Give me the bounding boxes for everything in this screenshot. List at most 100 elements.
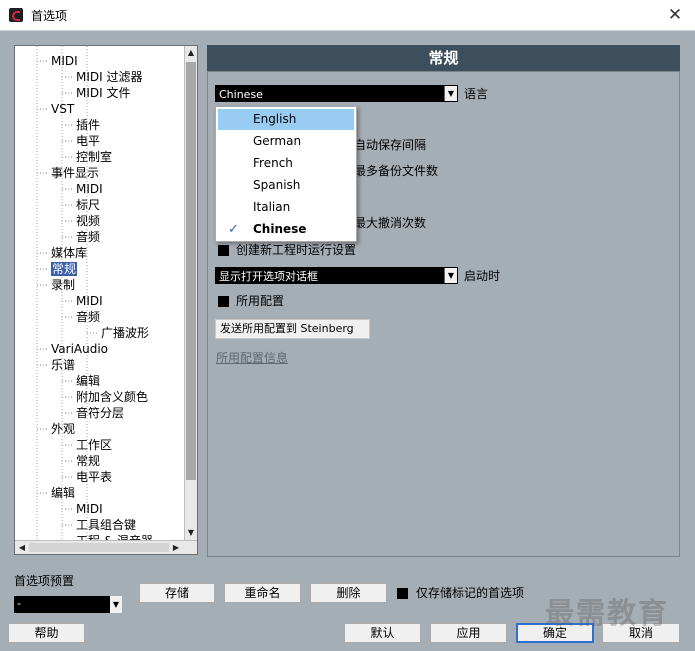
tree-item[interactable]: 电平表	[76, 469, 112, 485]
send-profile-button[interactable]: 发送所用配置到 Steinberg	[215, 319, 370, 339]
tree-item-label: 常规	[76, 454, 101, 468]
language-option-label: French	[253, 156, 293, 170]
tree-item[interactable]: VariAudio	[51, 341, 108, 357]
tree-item-label: MIDI	[76, 182, 103, 196]
tree-item-label: 乐谱	[51, 358, 76, 372]
tree-vertical-scrollbar[interactable]: ▲ ▼	[184, 46, 197, 540]
language-label: 语言	[464, 87, 489, 101]
tree-item-label: 常规	[51, 262, 78, 276]
apply-button[interactable]: 应用	[430, 623, 507, 643]
tree-item-label: 音符分层	[76, 406, 125, 420]
language-option[interactable]: French	[218, 153, 354, 174]
only-marked-label: 仅存储标记的首选项	[416, 586, 525, 600]
tree-item-label: MIDI	[51, 54, 78, 68]
backup-label: 最多备份文件数	[354, 164, 439, 178]
tree-item-label: VariAudio	[51, 342, 109, 356]
autosave-label: 自动保存间隔	[354, 138, 427, 152]
tree-item-label: VST	[51, 102, 75, 116]
chevron-down-icon[interactable]: ▼	[110, 596, 122, 613]
tree-item-label: MIDI 过滤器	[76, 70, 143, 84]
run-setup-label: 创建新工程时运行设置	[236, 243, 357, 257]
language-option-label: Italian	[253, 200, 291, 214]
tree-item-label: 编辑	[76, 374, 101, 388]
tree-item[interactable]: MIDI	[76, 501, 103, 517]
tree-item[interactable]: 标尺	[76, 197, 100, 213]
run-setup-checkbox[interactable]	[218, 245, 229, 256]
language-option[interactable]: German	[218, 131, 354, 152]
tree-item-label: 音频	[76, 230, 101, 244]
presets-select[interactable]: - ▼	[14, 596, 122, 613]
tree-item[interactable]: 广播波形	[101, 325, 149, 341]
tree-item-label: 音频	[76, 310, 101, 324]
presets-select-value: -	[17, 597, 21, 610]
tree-item[interactable]: MIDI	[51, 53, 78, 69]
tree-item[interactable]: MIDI	[76, 293, 103, 309]
tree-item[interactable]: 音频	[76, 309, 100, 325]
window-title: 首选项	[31, 9, 68, 23]
tree-item[interactable]: 控制室	[76, 149, 112, 165]
tree-item[interactable]: 事件显示	[51, 165, 99, 181]
chevron-down-icon[interactable]: ▼	[444, 86, 457, 101]
startup-select[interactable]: 显示打开选项对话框 ▼	[215, 267, 458, 284]
checkmark-icon: ✓	[228, 222, 239, 237]
only-marked-checkbox[interactable]	[397, 588, 408, 599]
tree-item[interactable]: 插件	[76, 117, 100, 133]
tree-item[interactable]: 编辑	[76, 373, 100, 389]
tree-item-label: 控制室	[76, 150, 113, 164]
delete-button[interactable]: 删除	[310, 583, 387, 603]
tree-item-label: 标尺	[76, 198, 101, 212]
tree-item[interactable]: 视频	[76, 213, 100, 229]
h-scrollbar-thumb[interactable]	[29, 543, 169, 552]
tree-item-label: 外观	[51, 422, 76, 436]
tree-item[interactable]: MIDI 文件	[76, 85, 131, 101]
language-option[interactable]: English	[218, 109, 354, 130]
tree-item[interactable]: 外观	[51, 421, 75, 437]
tree-item[interactable]: 常规	[51, 261, 78, 277]
tree-item-label: 事件显示	[51, 166, 100, 180]
tree-content: MIDI MIDI 过滤器 MIDI 文件 VST 插件 电平 控制室事件显示 MIDI 标尺视…	[15, 46, 185, 540]
tree-item[interactable]: 工具组合键	[76, 517, 136, 533]
help-button[interactable]: 帮助	[8, 623, 85, 643]
profile-info-link[interactable]: 所用配置信息	[216, 349, 288, 366]
tree-item[interactable]: 常规	[76, 453, 100, 469]
language-select[interactable]: Chinese ▼	[215, 85, 458, 102]
tree-item[interactable]: 附加含义颜色	[76, 389, 148, 405]
tree-item[interactable]: 工作区	[76, 437, 112, 453]
language-option[interactable]: Italian	[218, 197, 354, 218]
rename-button[interactable]: 重命名	[224, 583, 301, 603]
tree-item[interactable]: 录制	[51, 277, 75, 293]
tree-item[interactable]: 媒体库	[51, 245, 87, 261]
tree-item-label: 编辑	[51, 486, 76, 500]
tree-item-label: 工具组合键	[76, 518, 137, 532]
language-option[interactable]: Spanish	[218, 175, 354, 196]
tree-item[interactable]: MIDI 过滤器	[76, 69, 143, 85]
presets-label: 首选项预置	[14, 574, 75, 588]
startup-select-value: 显示打开选项对话框	[219, 270, 318, 283]
tree-item[interactable]: MIDI	[76, 181, 103, 197]
default-button[interactable]: 默认	[344, 623, 421, 643]
scrollbar-thumb[interactable]	[186, 62, 196, 480]
language-dropdown[interactable]: English German French Spanish Italian ✓ Chines…	[215, 106, 357, 242]
scroll-up-icon[interactable]: ▲	[185, 46, 197, 60]
profile-checkbox[interactable]	[218, 296, 229, 307]
language-option[interactable]: ✓ Chinese	[218, 219, 354, 240]
profile-label: 所用配置	[236, 294, 285, 308]
tree-item[interactable]: 音频	[76, 229, 100, 245]
scroll-down-icon[interactable]: ▼	[185, 526, 197, 540]
scroll-right-icon[interactable]: ▶	[169, 541, 183, 554]
tree-item[interactable]: VST	[51, 101, 74, 117]
title-bar: 首选项 ✕	[0, 0, 695, 31]
tree-item-label: 录制	[51, 278, 76, 292]
tree-item[interactable]: 音符分层	[76, 405, 124, 421]
language-option-label: German	[253, 134, 302, 148]
store-button[interactable]: 存储	[139, 583, 215, 603]
tree-item[interactable]: 乐谱	[51, 357, 75, 373]
close-icon[interactable]: ✕	[663, 3, 687, 27]
page-title: 常规	[207, 45, 680, 71]
tree-item[interactable]: 编辑	[51, 485, 75, 501]
tree-horizontal-scrollbar[interactable]: ◀ ▶	[15, 540, 197, 554]
chevron-down-icon[interactable]: ▼	[444, 268, 457, 283]
scroll-left-icon[interactable]: ◀	[15, 541, 29, 554]
tree-item[interactable]: 工程 & 混音器	[76, 533, 153, 540]
tree-item[interactable]: 电平	[76, 133, 100, 149]
